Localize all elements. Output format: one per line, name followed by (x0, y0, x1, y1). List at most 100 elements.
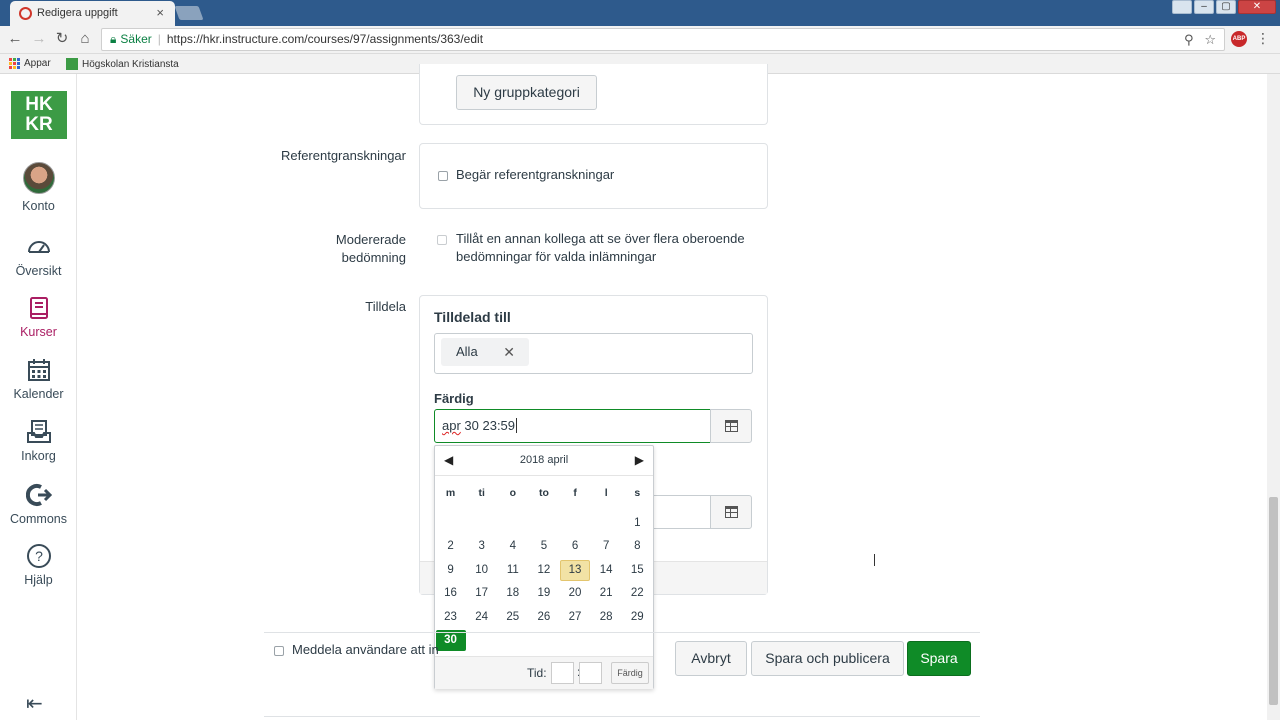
nav-calendar[interactable]: Kalender (0, 357, 77, 401)
hkr-bookmark-icon (66, 58, 78, 70)
day-cell[interactable]: 24 (466, 607, 497, 630)
close-window-button[interactable]: ✕ (1238, 0, 1276, 14)
nav-account-label: Konto (22, 199, 55, 213)
day-cell[interactable]: 1 (622, 513, 653, 536)
next-month-icon[interactable]: ▶ (635, 453, 644, 467)
cancel-button[interactable]: Avbryt (675, 641, 747, 676)
day-cell[interactable]: 14 (591, 560, 622, 583)
address-bar[interactable]: 🔒︎ Säker | https://hkr.instructure.com/cour… (101, 28, 1225, 51)
day-cell[interactable]: 26 (528, 607, 559, 630)
day-cell[interactable]: 20 (560, 583, 591, 606)
hkr-logo[interactable]: HK KR (11, 91, 67, 139)
forward-arrow-icon[interactable]: → (31, 31, 47, 47)
day-cell[interactable]: 16 (435, 583, 466, 606)
day-cell[interactable]: 25 (497, 607, 528, 630)
omnibox-actions: ⚲ ☆ (1184, 29, 1216, 50)
day-cell[interactable]: 17 (466, 583, 497, 606)
notify-users-checkbox[interactable] (274, 646, 284, 656)
new-tab-button[interactable] (174, 6, 204, 20)
day-number: 8 (634, 540, 641, 553)
day-cell[interactable]: 19 (528, 583, 559, 606)
day-cell[interactable]: 18 (497, 583, 528, 606)
day-cell[interactable]: 4 (497, 536, 528, 559)
day-cell[interactable]: 12 (528, 560, 559, 583)
day-cell[interactable]: 10 (466, 560, 497, 583)
weekday-label: m (445, 487, 456, 499)
day-cell[interactable]: 6 (560, 536, 591, 559)
nav-commons[interactable]: Commons (0, 482, 77, 526)
day-cell[interactable]: 7 (591, 536, 622, 559)
bookmark-hkr[interactable]: Högskolan Kristiansta (66, 58, 179, 70)
collapse-nav-icon[interactable]: ⇤ (26, 691, 43, 716)
reload-icon[interactable]: ↻ (54, 31, 70, 47)
remove-assignee-icon[interactable]: ✕ (503, 338, 515, 366)
week-row: 2 3 4 5 6 7 8 (435, 536, 653, 559)
weekday-label: to (538, 487, 549, 499)
day-cell[interactable]: 21 (591, 583, 622, 606)
empty-day-cell (560, 513, 591, 536)
inbox-icon (26, 420, 51, 443)
day-number: 18 (506, 587, 520, 600)
day-number: 20 (568, 587, 582, 600)
home-icon[interactable]: ⌂ (77, 31, 93, 47)
day-cell[interactable]: 13 (560, 559, 591, 583)
day-cell[interactable]: 2 (435, 536, 466, 559)
day-cell[interactable]: 15 (622, 560, 653, 583)
calendar-icon (27, 359, 50, 381)
browser-menu-icon[interactable]: ⋮ (1256, 30, 1270, 47)
minute-input[interactable] (579, 662, 602, 684)
day-cell[interactable]: 23 (435, 607, 466, 630)
nav-inbox-label: Inkorg (21, 449, 56, 463)
available-from-calendar-button[interactable] (710, 495, 752, 529)
tab-close-icon[interactable]: × (156, 5, 164, 20)
due-date-input[interactable]: apr 30 23:59 (434, 409, 712, 443)
datepicker-popup: ◀ 2018 april ▶ m ti o to f l s 1 2 3 4 5 6 7 8 9 10 11 12 1… (434, 445, 654, 689)
bookmark-star-icon[interactable]: ☆ (1204, 32, 1216, 47)
day-number: 30 (435, 629, 466, 651)
day-cell[interactable]: 27 (560, 607, 591, 630)
datepicker-month-title: 2018 april (519, 454, 569, 466)
day-cell[interactable]: 22 (622, 583, 653, 606)
bookmark-apps[interactable]: Appar (9, 58, 51, 69)
due-date-calendar-button[interactable] (710, 409, 752, 443)
nav-dashboard[interactable]: Översikt (0, 234, 77, 278)
browser-tab[interactable]: Redigera uppgift × (10, 1, 175, 26)
hour-input[interactable] (551, 662, 574, 684)
save-button[interactable]: Spara (907, 641, 971, 676)
empty-day-cell (528, 630, 559, 653)
moderated-label-line2: bedömning (341, 250, 406, 265)
nav-inbox[interactable]: Inkorg (0, 419, 77, 463)
day-cell[interactable]: 11 (497, 560, 528, 583)
scrollbar-thumb[interactable] (1269, 497, 1278, 705)
adblock-extension-icon[interactable]: ABP (1231, 31, 1247, 47)
day-cell[interactable]: 3 (466, 536, 497, 559)
moderated-text-line1: Tillåt en annan kollega att se över fler… (456, 231, 745, 246)
maximize-button[interactable]: ▢ (1216, 0, 1236, 14)
assignee-pill[interactable]: Alla ✕ (441, 338, 529, 366)
minimize-button[interactable]: – (1194, 0, 1214, 14)
zoom-icon[interactable]: ⚲ (1184, 32, 1194, 47)
nav-courses[interactable]: Kurser (0, 295, 77, 339)
bookmark-hkr-label: Högskolan Kristiansta (82, 58, 179, 70)
day-cell[interactable]: 30 (435, 629, 466, 653)
day-cell[interactable]: 28 (591, 607, 622, 630)
datepicker-done-button[interactable]: Färdig (611, 662, 649, 684)
day-cell[interactable]: 8 (622, 536, 653, 559)
day-cell[interactable]: 29 (622, 607, 653, 630)
user-window-icon[interactable] (1172, 0, 1192, 14)
week-row: 9 10 11 12 13 14 15 (435, 559, 653, 583)
day-cell[interactable]: 9 (435, 560, 466, 583)
back-arrow-icon[interactable]: ← (7, 31, 23, 47)
save-and-publish-button[interactable]: Spara och publicera (751, 641, 904, 676)
nav-account[interactable]: Konto (0, 162, 77, 213)
apps-grid-icon (9, 58, 20, 69)
moderated-checkbox[interactable] (437, 235, 447, 245)
peer-review-checkbox[interactable] (438, 171, 448, 181)
text-caret (516, 418, 518, 433)
new-group-category-button[interactable]: Ny gruppkategori (456, 75, 597, 110)
svg-text:?: ? (35, 548, 43, 564)
day-cell[interactable]: 5 (528, 536, 559, 559)
week-row: 30 (435, 629, 653, 653)
day-number: 26 (537, 610, 551, 623)
nav-help[interactable]: ? Hjälp (0, 543, 77, 587)
